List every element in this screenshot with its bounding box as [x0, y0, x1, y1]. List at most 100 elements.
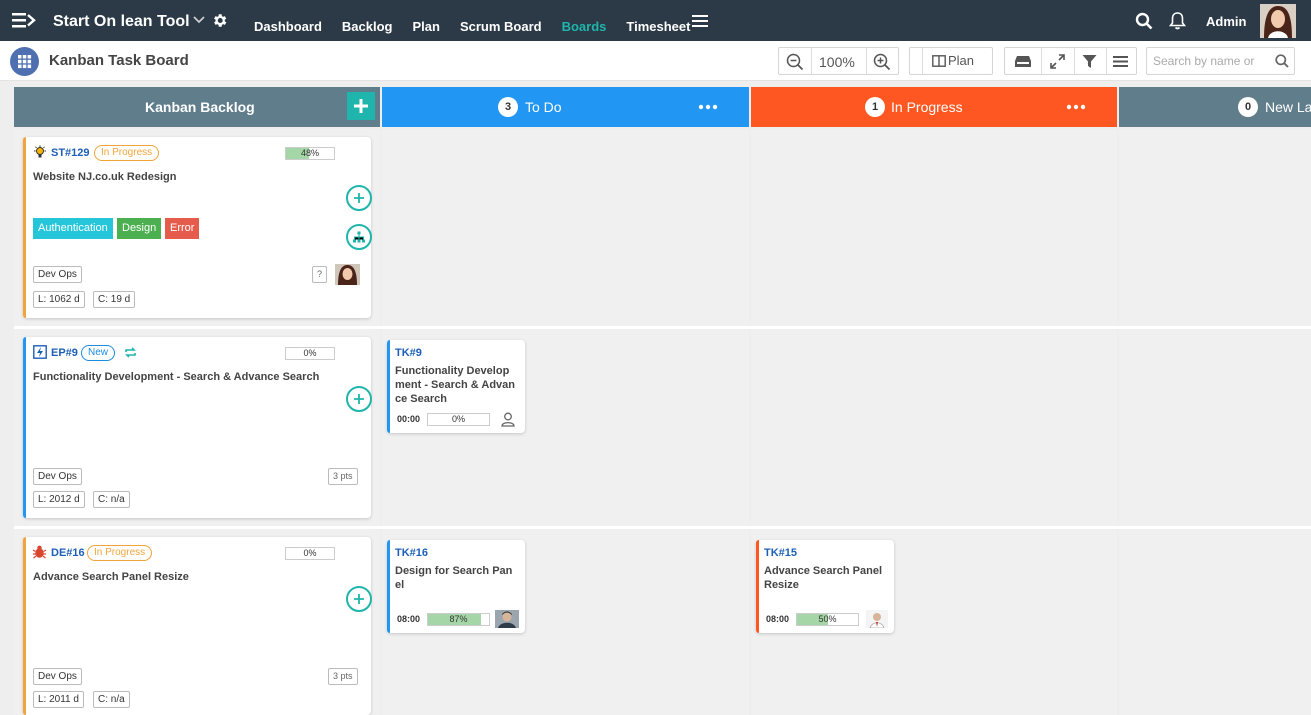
card-color-strip [23, 137, 26, 318]
card-color-strip [23, 537, 26, 715]
backlog-card[interactable]: ST#129 In Progress 48% Website NJ.co.uk … [23, 137, 372, 318]
epic-icon [33, 345, 47, 359]
cycle-time-chip: C: n/a [93, 491, 130, 508]
hierarchy-button[interactable] [346, 224, 372, 250]
column-header-in-progress: 1 In Progress [751, 87, 1117, 127]
plan-label: Plan [948, 53, 975, 68]
card-title-line: ce Search [395, 393, 447, 405]
plan-button[interactable]: Plan [909, 47, 993, 75]
user-icon[interactable] [501, 412, 515, 427]
column-title: In Progress [891, 99, 963, 115]
hamburger-menu-icon[interactable] [692, 14, 708, 28]
nav-boards[interactable]: Boards [552, 0, 617, 41]
expand-icon[interactable] [1050, 54, 1065, 69]
add-task-button[interactable] [346, 586, 372, 612]
filter-icon[interactable] [1082, 54, 1097, 69]
zoom-in-icon[interactable] [873, 53, 891, 71]
search-icon[interactable] [1275, 54, 1289, 68]
main-nav: Dashboard Backlog Plan Scrum Board Board… [244, 0, 700, 41]
zoom-out-icon[interactable] [786, 53, 804, 71]
app-title[interactable]: Start On lean Tool [53, 13, 190, 31]
column-title: Kanban Backlog [145, 99, 255, 115]
user-name[interactable]: Admin [1206, 14, 1246, 29]
card-title-line: ment - Search & Advan [395, 379, 516, 391]
card-id[interactable]: EP#9 [51, 347, 78, 359]
grid-icon [10, 47, 39, 76]
tag-design[interactable]: Design [117, 218, 162, 239]
inbox-icon[interactable] [1014, 55, 1032, 68]
progress-bar: 0% [285, 547, 335, 560]
nav-backlog[interactable]: Backlog [332, 0, 403, 41]
team-chip: Dev Ops [33, 668, 82, 685]
card-id[interactable]: TK#15 [764, 547, 797, 559]
assignee-avatar[interactable] [495, 610, 519, 628]
card-id[interactable]: DE#16 [51, 547, 85, 559]
nav-timesheet[interactable]: Timesheet [616, 0, 700, 41]
tag-error[interactable]: Error [165, 218, 200, 239]
status-badge: In Progress [94, 145, 160, 161]
team-chip: Dev Ops [33, 266, 82, 283]
backlog-card[interactable]: DE#16 In Progress 0% Advance Search Pane… [23, 537, 372, 715]
estimate-unknown[interactable]: ? [312, 266, 328, 283]
plus-icon [354, 193, 364, 203]
lead-time-chip: L: 2012 d [33, 491, 85, 508]
new-lane-cell [1119, 329, 1311, 526]
more-options-icon[interactable] [1066, 104, 1086, 110]
chevron-down-icon[interactable] [192, 14, 206, 26]
task-card[interactable]: TK#16 Design for Search Pan el 08:00 87% [387, 540, 525, 633]
card-color-strip [387, 340, 390, 433]
sitemap-icon [353, 231, 365, 243]
column-count-badge: 0 [1238, 97, 1258, 117]
card-title-line: Advance Search Panel [764, 565, 883, 577]
story-icon [34, 145, 46, 158]
card-color-strip [23, 337, 26, 518]
nav-plan[interactable]: Plan [402, 0, 449, 41]
assignee-avatar[interactable] [335, 264, 360, 285]
task-card[interactable]: TK#9 Functionality Develop ment - Search… [387, 340, 525, 433]
progress-text: 50% [818, 614, 837, 624]
card-title-line: Functionality Develop [395, 365, 510, 377]
column-header-to-do: 3 To Do [382, 87, 749, 127]
progress-text: 48% [300, 148, 319, 158]
card-id[interactable]: ST#129 [51, 147, 90, 159]
tag-authentication[interactable]: Authentication [33, 218, 113, 239]
in-progress-cell [751, 129, 1117, 326]
zoom-control: 100% [778, 47, 899, 75]
task-card[interactable]: TK#15 Advance Search Panel Resize 08:00 … [756, 540, 894, 633]
backlog-card[interactable]: EP#9 New 0% Functionality Development - … [23, 337, 372, 518]
nav-dashboard[interactable]: Dashboard [244, 0, 332, 41]
nav-scrum-board[interactable]: Scrum Board [450, 0, 552, 41]
menu-toggle-icon[interactable] [12, 11, 36, 29]
card-title-line: Resize [764, 579, 799, 591]
page-title: Kanban Task Board [49, 52, 189, 69]
user-avatar[interactable] [1260, 4, 1296, 38]
bell-icon[interactable] [1169, 11, 1186, 30]
board-toolbar: Kanban Task Board 100% Plan [0, 41, 1311, 81]
card-id[interactable]: TK#9 [395, 347, 422, 359]
more-options-icon[interactable] [698, 104, 718, 110]
in-progress-cell [751, 329, 1117, 526]
list-icon[interactable] [1113, 55, 1128, 68]
add-item-button[interactable] [347, 92, 375, 120]
cycle-time-chip: C: n/a [93, 691, 130, 708]
column-title: To Do [525, 99, 562, 115]
new-lane-cell [1119, 129, 1311, 326]
top-navigation-bar: Start On lean Tool Dashboard Backlog Pla… [0, 0, 1311, 41]
card-title-line: Design for Search Pan [395, 565, 513, 577]
card-title: Functionality Development - Search & Adv… [33, 371, 320, 383]
time-logged: 08:00 [397, 614, 421, 624]
repeat-icon [125, 347, 136, 358]
assignee-avatar[interactable] [866, 610, 888, 628]
card-id[interactable]: TK#16 [395, 547, 428, 559]
search-input[interactable] [1153, 52, 1271, 70]
card-color-strip [756, 540, 759, 633]
card-title: Advance Search Panel Resize [33, 571, 189, 583]
gear-icon[interactable] [211, 12, 228, 29]
team-chip: Dev Ops [33, 468, 82, 485]
add-task-button[interactable] [346, 386, 372, 412]
view-tools [1004, 47, 1137, 75]
add-task-button[interactable] [346, 185, 372, 211]
plus-icon [354, 394, 364, 404]
search-icon[interactable] [1135, 12, 1153, 30]
progress-text: 0% [451, 414, 465, 424]
